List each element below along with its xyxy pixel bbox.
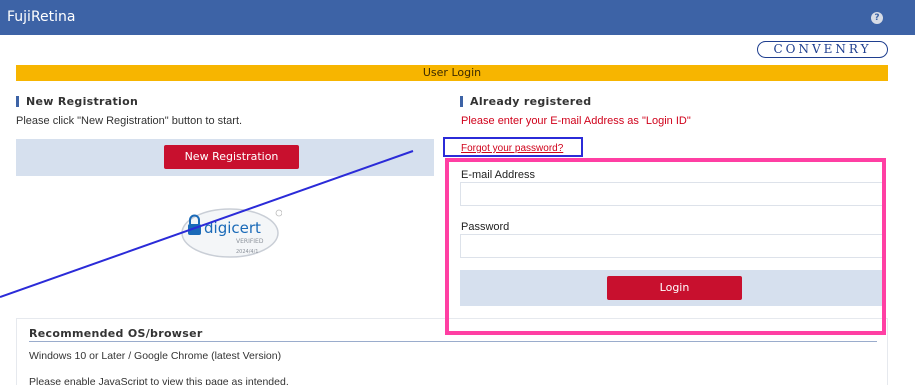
recommended-os-text: Windows 10 or Later / Google Chrome (lat…: [29, 350, 282, 362]
user-login-bar: User Login: [16, 65, 888, 81]
digicert-seal-icon[interactable]: digicert VERIFIED 2024/4/1: [180, 207, 283, 259]
javascript-notice: Please enable JavaScript to view this pa…: [29, 376, 289, 385]
already-registered-heading: Already registered: [460, 95, 591, 108]
annotation-highlight-forgot-link: [443, 137, 583, 157]
digicert-date-text: 2024/4/1: [236, 249, 258, 255]
new-registration-instruction: Please click "New Registration" button t…: [16, 115, 243, 127]
digicert-brand-text: digicert: [204, 219, 261, 237]
annotation-highlight-login-form: [445, 158, 886, 335]
app-title: FujiRetina: [7, 9, 76, 25]
top-bar: FujiRetina ?: [0, 0, 915, 35]
divider: [29, 341, 877, 342]
brand-logo: CONVENRY: [757, 41, 888, 58]
recommended-os-heading: Recommended OS/browser: [29, 327, 203, 340]
help-icon[interactable]: ?: [871, 12, 883, 24]
digicert-status-text: VERIFIED: [236, 238, 264, 245]
new-registration-heading: New Registration: [16, 95, 138, 108]
new-registration-button[interactable]: New Registration: [164, 145, 299, 169]
login-id-instruction: Please enter your E-mail Address as "Log…: [461, 115, 691, 127]
